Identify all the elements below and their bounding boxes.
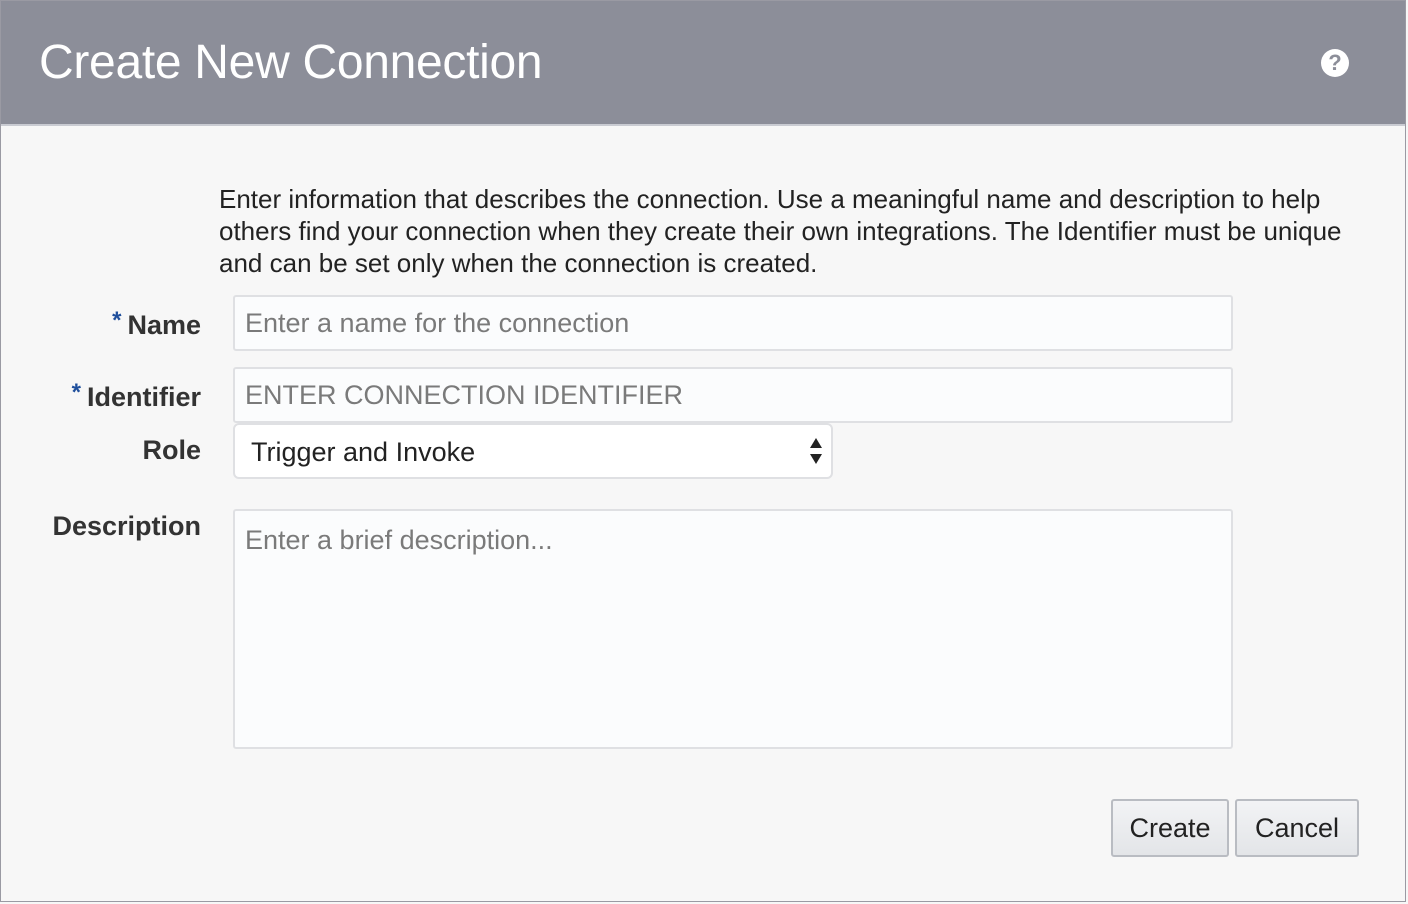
required-marker: * bbox=[112, 307, 122, 334]
name-input[interactable] bbox=[233, 295, 1233, 351]
name-label-text: Name bbox=[127, 310, 201, 340]
cancel-button[interactable]: Cancel bbox=[1235, 799, 1359, 857]
role-select[interactable]: Trigger and Invoke bbox=[233, 423, 833, 479]
role-label: Role bbox=[142, 435, 201, 465]
name-label: * Name bbox=[112, 307, 201, 341]
identifier-label-text: Identifier bbox=[86, 382, 201, 412]
create-button[interactable]: Create bbox=[1111, 799, 1229, 857]
help-icon[interactable]: ? bbox=[1321, 49, 1349, 77]
description-textarea[interactable] bbox=[233, 509, 1233, 749]
select-arrows-icon bbox=[810, 438, 822, 464]
dialog-header: Create New Connection ? bbox=[1, 1, 1405, 126]
identifier-input[interactable] bbox=[233, 367, 1233, 423]
role-selected-value: Trigger and Invoke bbox=[251, 437, 476, 467]
intro-text: Enter information that describes the con… bbox=[219, 184, 1342, 278]
required-marker: * bbox=[71, 379, 81, 406]
create-connection-dialog: Create New Connection ? Enter informatio… bbox=[0, 0, 1406, 902]
description-label: Description bbox=[52, 511, 201, 541]
identifier-label: * Identifier bbox=[72, 379, 201, 413]
dialog-title: Create New Connection bbox=[39, 36, 543, 89]
